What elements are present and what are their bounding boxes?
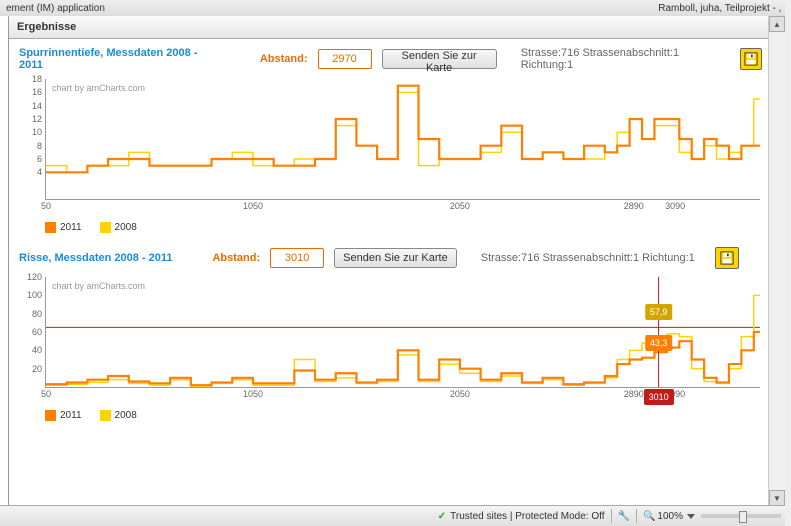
zoom-dropdown-icon[interactable] bbox=[687, 514, 695, 519]
vertical-scrollbar[interactable]: ▲ ▼ bbox=[768, 16, 785, 506]
chart-meta: Strasse:716 Strassenabschnitt:1 Richtung… bbox=[521, 47, 720, 71]
abstand-input[interactable] bbox=[318, 49, 372, 69]
chart-title: Spurrinnentiefe, Messdaten 2008 - 2011 bbox=[19, 47, 210, 71]
chart-legend: 2011 2008 bbox=[45, 222, 768, 233]
y-axis-ticks: 20406080100120 bbox=[18, 277, 42, 387]
results-heading: Ergebnisse bbox=[17, 21, 76, 33]
send-to-map-button[interactable]: Senden Sie zur Karte bbox=[334, 248, 457, 268]
compat-icon[interactable]: 🔧 bbox=[618, 511, 630, 522]
titlebar-right: Ramboll, juha, Teilprojekt - , . bbox=[658, 3, 787, 14]
save-icon[interactable] bbox=[715, 247, 739, 269]
chart-plot-area[interactable]: chart by amCharts.com 4681012141618 5010… bbox=[45, 79, 760, 200]
abstand-label: Abstand: bbox=[260, 53, 308, 65]
x-axis-ticks: 501050205028903090 bbox=[46, 201, 760, 215]
chart-svg bbox=[46, 79, 760, 199]
security-status: Trusted sites | Protected Mode: Off bbox=[450, 511, 604, 522]
legend-item-2011[interactable]: 2011 bbox=[45, 410, 82, 421]
results-panel-header: Ergebnisse bbox=[9, 16, 768, 39]
scroll-up-arrow[interactable]: ▲ bbox=[769, 16, 785, 32]
status-bar: ✓ Trusted sites | Protected Mode: Off 🔧 … bbox=[0, 505, 791, 526]
chart-legend: 2011 2008 bbox=[45, 410, 768, 421]
abstand-input[interactable] bbox=[270, 248, 324, 268]
tooltip-balloon: 57,9 bbox=[645, 304, 673, 320]
chart-plot-area[interactable]: chart by amCharts.com 20406080100120 501… bbox=[45, 277, 760, 388]
chart-meta: Strasse:716 Strassenabschnitt:1 Richtung… bbox=[481, 252, 695, 264]
titlebar-left: ement (IM) application bbox=[6, 3, 105, 14]
legend-item-2008[interactable]: 2008 bbox=[100, 222, 137, 233]
abstand-label: Abstand: bbox=[212, 252, 260, 264]
send-to-map-button[interactable]: Senden Sie zur Karte bbox=[382, 49, 497, 69]
zoom-value: 100% bbox=[657, 511, 683, 522]
window-titlebar: ement (IM) application Ramboll, juha, Te… bbox=[0, 0, 791, 17]
chart-panel-risse: Risse, Messdaten 2008 - 2011 Abstand: Se… bbox=[15, 243, 768, 421]
chart-title: Risse, Messdaten 2008 - 2011 bbox=[19, 252, 172, 264]
security-check-icon: ✓ bbox=[438, 511, 446, 522]
chart-panel-spurrinnentiefe: Spurrinnentiefe, Messdaten 2008 - 2011 A… bbox=[15, 43, 768, 233]
save-icon[interactable] bbox=[740, 48, 762, 70]
scroll-down-arrow[interactable]: ▼ bbox=[769, 490, 785, 506]
left-gutter bbox=[0, 16, 9, 506]
zoom-out-icon[interactable]: 🔍 bbox=[643, 511, 655, 522]
y-axis-ticks: 4681012141618 bbox=[18, 79, 42, 199]
legend-item-2011[interactable]: 2011 bbox=[45, 222, 82, 233]
tooltip-balloon: 3010 bbox=[644, 389, 674, 405]
tooltip-balloon: 43,3 bbox=[645, 335, 673, 351]
legend-item-2008[interactable]: 2008 bbox=[100, 410, 137, 421]
zoom-slider[interactable] bbox=[701, 514, 781, 518]
results-body: Spurrinnentiefe, Messdaten 2008 - 2011 A… bbox=[9, 39, 768, 506]
chart-svg bbox=[46, 277, 760, 387]
